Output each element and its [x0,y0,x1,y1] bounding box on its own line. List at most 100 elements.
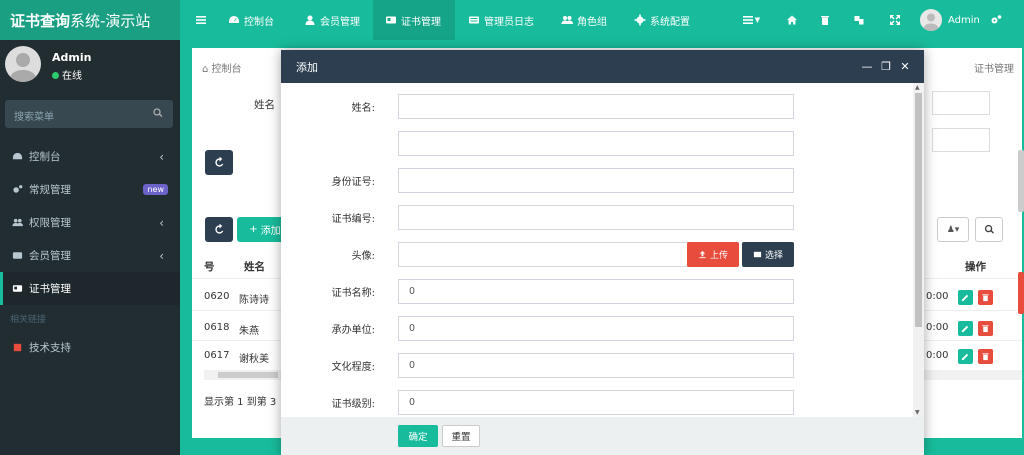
sidebar-item-certificates[interactable]: 证书管理 [0,272,180,305]
tab-certificates-label: 证书管理 [401,16,441,28]
row-name: 陈诗诗 [239,295,269,306]
search-field-right-2[interactable] [932,128,990,152]
reset-button[interactable]: 重置 [442,425,480,447]
search-name-label: 姓名 [254,99,275,111]
row-id: 0618 [204,322,230,333]
row-time: 0:00 [926,291,949,302]
home-button[interactable] [781,0,803,40]
upload-button-label: 上传 [709,251,728,261]
pencil-icon [961,325,969,333]
sidebar-item-members[interactable]: 会员管理 ‹ [0,239,180,272]
name-field[interactable] [398,94,794,119]
sidebar-item-tech-support[interactable]: 技术支持 [0,331,180,364]
tab-role-group-label: 角色组 [577,16,607,28]
close-button[interactable]: ✕ [896,50,914,83]
row-id: 0617 [204,350,230,361]
delete-button[interactable] [978,290,993,305]
toolbar-refresh-button[interactable] [205,217,233,242]
close-icon: ✕ [900,60,910,73]
avatar [5,46,41,82]
scrollbar-thumb[interactable] [915,93,922,327]
certificate-name-field[interactable]: 0 [398,279,794,304]
table-header-operate: 操作 [965,261,986,273]
row-time: 0:00 [926,350,949,361]
edit-button[interactable] [958,321,973,336]
scroll-down-icon[interactable]: ▼ [915,409,920,416]
sidebar-item-dashboard[interactable]: 控制台 ‹ [0,140,180,173]
certificate-icon [386,16,396,24]
upload-button[interactable]: 上传 [687,242,739,267]
scrollbar-thumb[interactable] [218,372,278,378]
confirm-button[interactable]: 确定 [398,425,438,447]
trash-icon [982,294,989,302]
chevron-left-icon: ‹ [159,248,164,263]
delete-button[interactable] [978,349,993,364]
tab-system-config[interactable]: 系统配置 [634,0,690,40]
field-input-2[interactable] [398,131,794,156]
dashboard-icon [12,152,23,160]
settings-button[interactable] [985,0,1007,40]
top-user-name[interactable]: Admin [948,0,980,40]
avatar-path-field[interactable] [398,242,688,267]
clear-cache-button[interactable] [814,0,836,40]
columns-dropdown-button[interactable]: ♟▾ [937,217,969,242]
field-label-education: 文化程度: [331,362,375,373]
square-icon [13,343,22,352]
education-field[interactable]: 0 [398,353,794,378]
delete-button[interactable] [978,321,993,336]
avatar-silhouette-icon [923,13,939,31]
pencil-icon [961,294,969,302]
language-icon [854,16,864,25]
row-name: 谢秋美 [239,354,269,365]
breadcrumb[interactable]: ⌂ 控制台 [202,60,242,75]
id-number-field[interactable] [398,168,794,193]
menu-dropdown-button[interactable]: ▼ [738,0,764,40]
field-label-certificate-number: 证书编号: [331,214,375,225]
add-button-label: 添加 [260,226,281,237]
tab-dashboard[interactable]: 控制台 [228,0,274,40]
sidebar-item-general[interactable]: 常规管理 new [0,173,180,206]
sidebar-item-label: 控制台 [29,151,61,163]
refresh-icon [214,157,223,167]
certificate-level-field[interactable]: 0 [398,390,794,415]
row-id: 0620 [204,291,230,302]
list-icon [469,16,479,24]
menu-toggle-button[interactable] [190,0,212,40]
user-avatar-small[interactable] [920,9,942,31]
edit-button[interactable] [958,349,973,364]
dialog-title: 添加 [296,60,318,74]
language-button[interactable] [848,0,870,40]
tab-admin-log[interactable]: 管理员日志 [468,0,534,40]
search-field-right-1[interactable] [932,91,990,115]
new-badge: new [143,184,168,195]
dialog-scrollbar[interactable]: ▲ ▼ [913,83,924,417]
sidebar: Admin 在线 搜索菜单 控制台 ‹ 常规管理 new 权限管理 ‹ 会员管理… [0,40,180,455]
refresh-button[interactable] [205,150,233,175]
tab-certificates[interactable]: 证书管理 [373,0,455,40]
tab-members[interactable]: 会员管理 [304,0,360,40]
brand-logo[interactable]: 证书查询 系统-演示站 [0,0,180,40]
search-icon[interactable] [153,108,163,118]
top-user-name-label: Admin [948,14,980,26]
trash-icon [982,325,989,333]
trash-icon [982,353,989,361]
search-toggle-button[interactable] [975,217,1003,242]
dialog-footer: 确定 重置 [281,417,924,455]
fullscreen-button[interactable] [884,0,906,40]
maximize-button[interactable]: ❐ [877,50,895,83]
add-dialog: 添加 — ❐ ✕ 姓名: 身份证号: 证书编号: 头像: 上传 选择 证书名称:… [281,50,924,455]
sidebar-item-permissions[interactable]: 权限管理 ‹ [0,206,180,239]
certificate-number-field[interactable] [398,205,794,230]
sidebar-search-input[interactable]: 搜索菜单 [5,100,173,128]
edit-button[interactable] [958,290,973,305]
scroll-up-icon[interactable]: ▲ [915,84,920,91]
field-label-organizer: 承办单位: [331,325,375,336]
upload-icon [699,250,706,259]
plus-icon: + [249,224,258,235]
sidebar-item-label: 证书管理 [29,283,71,295]
minimize-button[interactable]: — [858,50,876,83]
choose-button[interactable]: 选择 [742,242,794,267]
organizer-field[interactable]: 0 [398,316,794,341]
pencil-icon [961,353,969,361]
tab-role-group[interactable]: 角色组 [561,0,607,40]
